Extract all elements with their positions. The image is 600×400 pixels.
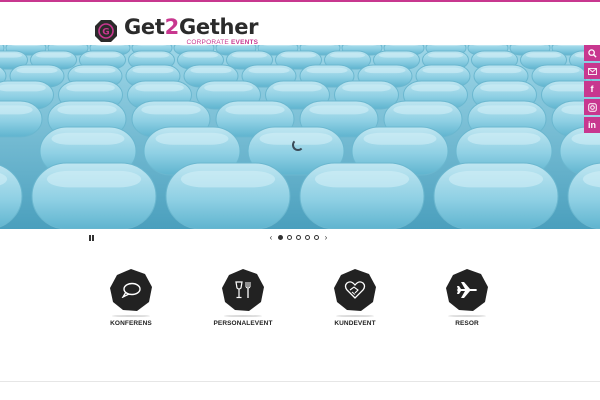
logo[interactable]: G Get2Gether CORPORATE EVENTS: [94, 14, 259, 48]
slider-dot[interactable]: [314, 235, 319, 240]
service-personalevent[interactable]: PERSONALEVENT: [208, 268, 278, 327]
service-label: PERSONALEVENT: [213, 320, 273, 327]
search-button[interactable]: [584, 45, 600, 61]
service-label: RESOR: [455, 320, 479, 327]
hero-slider[interactable]: [0, 45, 600, 229]
facebook-icon: f: [590, 84, 594, 94]
service-konferens[interactable]: KONFERENS: [96, 268, 166, 327]
top-accent-border: [0, 0, 600, 2]
service-resor[interactable]: RESOR: [432, 268, 502, 327]
facebook-button[interactable]: f: [584, 81, 600, 97]
instagram-button[interactable]: [584, 99, 600, 115]
divider: [0, 381, 600, 382]
slider-dot[interactable]: [287, 235, 292, 240]
slider-dot[interactable]: [278, 235, 283, 240]
mail-button[interactable]: [584, 63, 600, 79]
hero-image-seats: [0, 45, 600, 229]
logo-mark-icon: G: [94, 19, 118, 43]
pause-button[interactable]: [89, 235, 94, 241]
instagram-icon: [587, 102, 597, 112]
speech-bubble-icon: [121, 282, 141, 298]
slider-dot[interactable]: [296, 235, 301, 240]
airplane-icon: [457, 282, 477, 298]
loading-spinner-icon: [292, 139, 304, 151]
handshake-heart-icon: [344, 281, 366, 299]
search-icon: [587, 48, 597, 58]
service-label: KONFERENS: [110, 320, 152, 327]
linkedin-button[interactable]: in: [584, 117, 600, 133]
prev-arrow-icon[interactable]: ‹: [266, 233, 276, 242]
service-kundevent[interactable]: KUNDEVENT: [320, 268, 390, 327]
slider-dot[interactable]: [305, 235, 310, 240]
glass-fork-icon: [235, 281, 251, 299]
svg-text:G: G: [102, 28, 109, 38]
social-sidebar: f in: [584, 45, 600, 135]
linkedin-icon: in: [588, 120, 596, 130]
logo-name: Get2Gether: [124, 14, 259, 39]
slider-pager: ‹ ›: [266, 233, 331, 242]
service-label: KUNDEVENT: [334, 320, 376, 327]
mail-icon: [587, 67, 597, 75]
next-arrow-icon[interactable]: ›: [321, 233, 331, 242]
